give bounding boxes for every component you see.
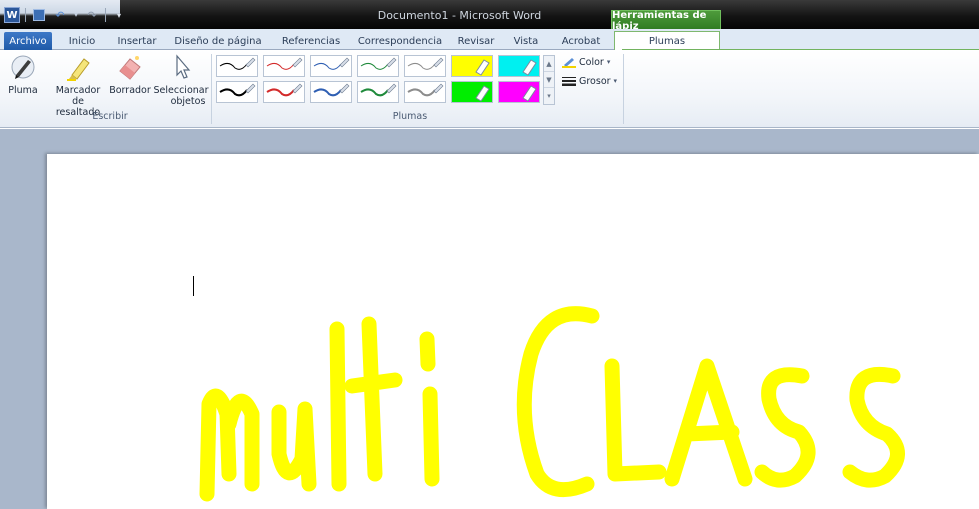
line-weight-icon (562, 77, 576, 86)
save-icon[interactable] (31, 7, 47, 23)
pen-styles-gallery (216, 55, 543, 105)
pen-icon (9, 52, 37, 82)
pluma-label: Pluma (8, 85, 38, 96)
marcador-button[interactable]: Marcador de resaltado (50, 52, 106, 118)
tab-plumas[interactable]: Plumas (614, 31, 720, 51)
pen-style-3[interactable] (310, 55, 352, 77)
customize-qat-icon[interactable]: ▾ (111, 7, 127, 23)
pen-style-4[interactable] (357, 55, 399, 77)
document-area (0, 129, 979, 509)
gallery-scroll-down-icon[interactable]: ▼ (544, 72, 554, 88)
pen-style-7[interactable] (498, 55, 540, 77)
pen-style-5[interactable] (404, 55, 446, 77)
grosor-label: Grosor (579, 75, 611, 87)
pen-style-1[interactable] (216, 55, 258, 77)
context-tab-group-header: Herramientas de lápiz (611, 10, 721, 32)
color-button[interactable]: Color ▾ (562, 55, 610, 69)
tab-archivo[interactable]: Archivo (4, 32, 52, 50)
borrador-button[interactable]: Borrador (108, 52, 152, 96)
redo-icon[interactable]: ↷ (84, 7, 100, 23)
qat-separator (25, 8, 26, 22)
eraser-icon (116, 52, 144, 82)
escribir-group-label: Escribir (92, 111, 128, 122)
pen-style-6[interactable] (451, 55, 493, 77)
seleccionar-objetos-button[interactable]: Seleccionar objetos (153, 52, 209, 107)
tab-diseno-de-pagina[interactable]: Diseño de página (170, 32, 266, 50)
pointer-arrow-icon (167, 52, 195, 82)
ribbon-panel: Pluma Marcador de resaltado Borrador Sel… (0, 50, 979, 128)
pluma-button[interactable]: Pluma (6, 52, 40, 96)
gallery-more-icon[interactable]: ▾ (544, 88, 554, 104)
seleccionar-label-2: objetos (170, 96, 206, 107)
grosor-dropdown-icon: ▾ (613, 77, 618, 85)
quick-access-toolbar: W ↶ ▾ ↷ ▾ (4, 6, 127, 24)
pen-style-9[interactable] (263, 81, 305, 103)
color-label: Color (579, 56, 604, 68)
pen-style-13[interactable] (451, 81, 493, 103)
seleccionar-label-1: Seleccionar (153, 85, 209, 96)
tab-revisar[interactable]: Revisar (452, 32, 500, 50)
ink-strokes (199, 306, 905, 502)
document-page[interactable] (47, 154, 979, 509)
tab-acrobat[interactable]: Acrobat (556, 32, 606, 50)
qat-separator-2 (105, 8, 106, 22)
undo-icon[interactable]: ↶ (52, 7, 68, 23)
pen-style-8[interactable] (216, 81, 258, 103)
group-separator-1 (211, 54, 212, 124)
pen-style-10[interactable] (310, 81, 352, 103)
highlighter-icon (64, 52, 92, 82)
pen-style-12[interactable] (404, 81, 446, 103)
grosor-button[interactable]: Grosor ▾ (562, 74, 617, 88)
pen-style-2[interactable] (263, 55, 305, 77)
undo-dropdown-icon[interactable]: ▾ (73, 7, 79, 23)
marcador-label-1: Marcador (55, 85, 101, 96)
word-app-icon[interactable]: W (4, 7, 20, 23)
pen-color-icon (562, 58, 576, 68)
color-dropdown-icon: ▾ (606, 58, 611, 66)
tab-inicio[interactable]: Inicio (60, 32, 104, 50)
pen-style-14[interactable] (498, 81, 540, 103)
ribbon-tabs: Archivo Inicio Insertar Diseño de página… (0, 29, 979, 51)
tab-vista[interactable]: Vista (506, 32, 546, 50)
word-window: W ↶ ▾ ↷ ▾ Documento1 - Microsoft Word He… (0, 0, 979, 509)
title-bar: W ↶ ▾ ↷ ▾ Documento1 - Microsoft Word He… (0, 0, 979, 32)
borrador-label: Borrador (109, 85, 151, 96)
title-bar-dark-band (120, 0, 979, 29)
tab-correspondencia[interactable]: Correspondencia (352, 32, 448, 50)
ink-drawing[interactable] (47, 154, 979, 509)
gallery-scrollbar[interactable]: ▲ ▼ ▾ (543, 55, 555, 105)
tab-referencias[interactable]: Referencias (276, 32, 346, 50)
pen-style-11[interactable] (357, 81, 399, 103)
group-separator-2 (623, 54, 624, 124)
plumas-group-label: Plumas (392, 111, 428, 122)
gallery-scroll-up-icon[interactable]: ▲ (544, 56, 554, 72)
tab-insertar[interactable]: Insertar (112, 32, 162, 50)
